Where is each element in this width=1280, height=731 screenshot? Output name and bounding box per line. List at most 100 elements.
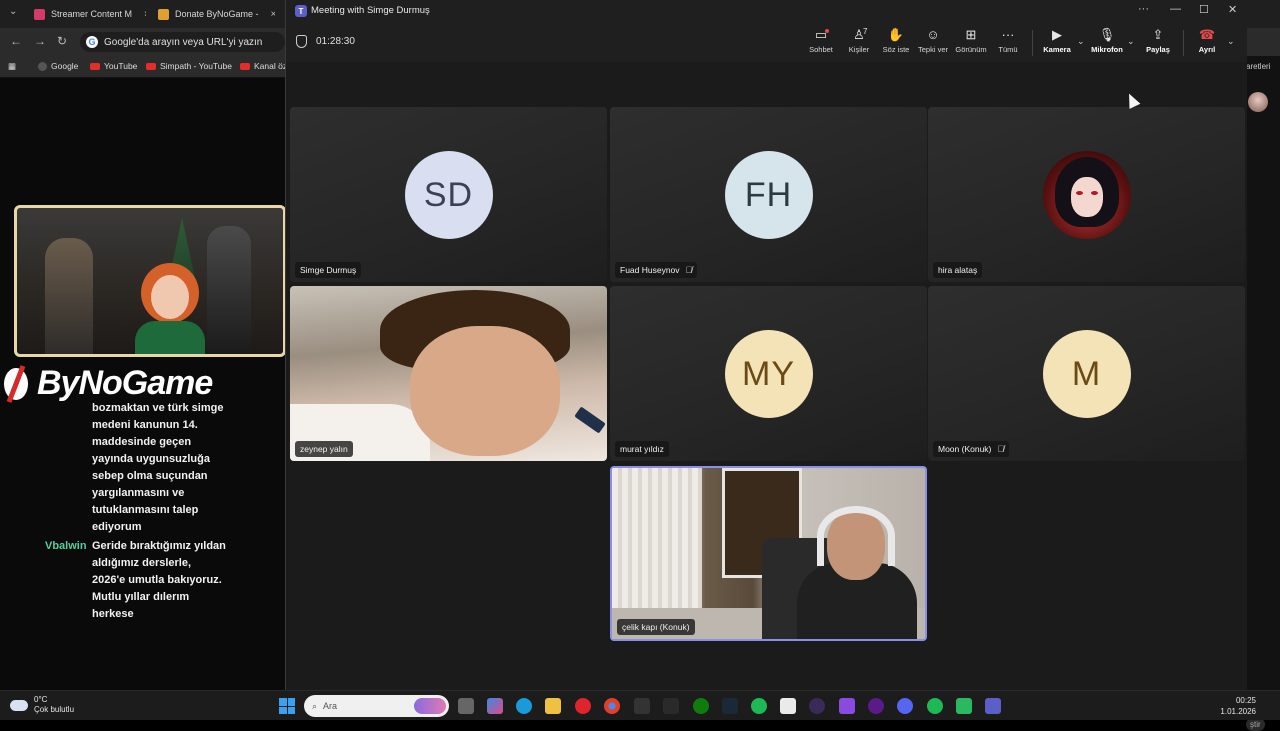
chat-message-line: medeni kanunun 14. bbox=[92, 419, 198, 431]
chat-button[interactable]: ▭ Sohbet bbox=[803, 27, 839, 59]
poster-figure bbox=[207, 226, 251, 354]
close-tab-icon[interactable]: × bbox=[144, 9, 146, 20]
leave-button[interactable]: ☎ Ayrıl bbox=[1189, 27, 1225, 59]
browser-tab-streamer[interactable]: Streamer Content M × bbox=[26, 3, 146, 25]
reload-icon[interactable]: ↻ bbox=[57, 34, 67, 48]
spotify-icon[interactable] bbox=[927, 698, 943, 714]
chat-username[interactable]: Vbalwin bbox=[45, 540, 87, 552]
youtube-icon bbox=[240, 62, 250, 70]
more-button[interactable]: ··· Tümü bbox=[990, 27, 1026, 59]
chat-message-line: sebep olma suçundan bbox=[92, 470, 208, 482]
chat-message-line: maddesinde geçen bbox=[92, 436, 192, 448]
start-button[interactable] bbox=[279, 698, 295, 714]
camera-button[interactable]: ▶ Kamera bbox=[1039, 27, 1075, 59]
browser-right-edge: aretleri ştir bbox=[1246, 56, 1280, 731]
participant-name-label: Moon (Konuk) 🎙̸ bbox=[933, 441, 1010, 457]
view-button[interactable]: ⊞ Görünüm bbox=[953, 27, 989, 59]
chrome-icon[interactable] bbox=[604, 698, 620, 714]
close-tab-icon[interactable]: × bbox=[271, 9, 275, 20]
profile-avatar[interactable] bbox=[1248, 92, 1268, 112]
view-icon: ⊞ bbox=[965, 27, 977, 42]
xbox-icon[interactable] bbox=[693, 698, 709, 714]
camera-options-chevron-icon[interactable]: ⌄ bbox=[1077, 36, 1085, 47]
discord-icon[interactable] bbox=[897, 698, 913, 714]
participant-tile[interactable]: MY murat yıldız bbox=[610, 286, 927, 461]
bookmark-kanal[interactable]: Kanal öz bbox=[240, 61, 287, 71]
reaction-icon: ☺ bbox=[926, 27, 940, 42]
chat-message-line: ediyorum bbox=[92, 521, 142, 533]
more-options-icon[interactable]: ··· bbox=[1138, 3, 1149, 15]
taskbar-search[interactable]: ⌕ Ara bbox=[304, 695, 449, 717]
participant-video-tile[interactable]: zeynep yalın bbox=[290, 286, 607, 461]
chat-message-line: herkese bbox=[92, 608, 134, 620]
steam-icon[interactable] bbox=[722, 698, 738, 714]
microphone-button[interactable]: 🎙 Mikrofon bbox=[1089, 27, 1125, 59]
file-explorer-icon[interactable] bbox=[545, 698, 561, 714]
youtube-icon bbox=[146, 62, 156, 70]
task-view-icon[interactable] bbox=[458, 698, 474, 714]
address-bar[interactable]: G Google'da arayın veya URL'yi yazın bbox=[80, 32, 285, 52]
shield-icon bbox=[296, 35, 307, 48]
forward-icon[interactable]: → bbox=[34, 34, 46, 48]
taskbar: 0°C Çok bulutlu ⌕ Ara 00:25 1.01.2026 bbox=[0, 690, 1280, 720]
chat-message-line: tutuklanmasını talep bbox=[92, 504, 199, 516]
chat-message-line: Geride bıraktığımız yıldan bbox=[92, 540, 226, 552]
meeting-stage: SD Simge Durmuş FH Fuad Huseynov 🎙̸ hira … bbox=[286, 62, 1247, 690]
participant-tile[interactable]: FH Fuad Huseynov 🎙̸ bbox=[610, 107, 927, 282]
people-button[interactable]: ♙ 7 Kişiler bbox=[841, 27, 877, 59]
opera-icon[interactable] bbox=[575, 698, 591, 714]
raise-hand-button[interactable]: ✋ Söz iste bbox=[878, 27, 914, 59]
browser-tab-label: Streamer Content M bbox=[51, 9, 133, 19]
streamer-person bbox=[135, 263, 205, 354]
participant-tile[interactable]: M Moon (Konuk) 🎙̸ bbox=[928, 286, 1245, 461]
youtube-icon bbox=[90, 62, 100, 70]
apps-grid-icon[interactable]: ▦ bbox=[8, 61, 16, 72]
close-icon[interactable]: ✕ bbox=[1228, 3, 1237, 16]
amazon-games-icon[interactable] bbox=[663, 698, 679, 714]
participant-tile[interactable]: SD Simge Durmuş bbox=[290, 107, 607, 282]
participant-name-label: murat yıldız bbox=[615, 441, 669, 457]
participant-name-label: Fuad Huseynov 🎙̸ bbox=[615, 262, 698, 278]
epic-games-icon[interactable] bbox=[634, 698, 650, 714]
clipchamp-icon[interactable] bbox=[839, 698, 855, 714]
partial-text: aretleri bbox=[1246, 62, 1271, 71]
leave-options-chevron-icon[interactable]: ⌄ bbox=[1227, 36, 1235, 47]
edge-icon[interactable] bbox=[516, 698, 532, 714]
copilot-icon[interactable] bbox=[487, 698, 503, 714]
participant-name-label: çelik kapı (Konuk) bbox=[617, 619, 695, 635]
minimize-icon[interactable]: — bbox=[1170, 3, 1181, 15]
back-icon[interactable]: ← bbox=[10, 34, 22, 48]
bookmark-youtube[interactable]: YouTube bbox=[90, 61, 137, 71]
chat-message-line: aldığımız derslerle, bbox=[92, 557, 192, 569]
people-count: 7 bbox=[863, 27, 868, 36]
google-icon: G bbox=[86, 36, 98, 48]
avatar: MY bbox=[724, 330, 813, 418]
capcut-icon[interactable] bbox=[780, 698, 796, 714]
app-icon[interactable] bbox=[809, 698, 825, 714]
brand-name: ByNoGame bbox=[37, 364, 213, 402]
share-button[interactable]: ⇪ Paylaş bbox=[1140, 27, 1176, 59]
bookmark-google[interactable]: Google bbox=[38, 61, 78, 71]
chat-message-line: bozmaktan ve türk simge bbox=[92, 402, 224, 414]
participant-name-label: Simge Durmuş bbox=[295, 262, 362, 278]
spotify-icon[interactable] bbox=[751, 698, 767, 714]
participant-tile[interactable]: hira alataş bbox=[928, 107, 1245, 282]
weather-temp: 0°C bbox=[34, 695, 48, 704]
maximize-icon[interactable]: ☐ bbox=[1199, 3, 1209, 16]
tab-list-chevron-icon[interactable]: ⌄ bbox=[9, 6, 17, 17]
meeting-timer: 01:28:30 bbox=[316, 36, 355, 47]
participant-video-tile[interactable]: çelik kapı (Konuk) bbox=[610, 466, 927, 641]
brand-slash-icon bbox=[4, 365, 28, 403]
weather-widget[interactable]: 0°C Çok bulutlu bbox=[10, 695, 74, 715]
weather-desc: Çok bulutlu bbox=[34, 705, 75, 714]
react-button[interactable]: ☺ Tepki ver bbox=[915, 27, 951, 59]
participant-name-label: hira alataş bbox=[933, 262, 983, 278]
whatsapp-icon[interactable] bbox=[956, 698, 972, 714]
system-clock[interactable]: 00:25 1.01.2026 bbox=[1220, 695, 1256, 717]
bookmark-simpath[interactable]: Simpath - YouTube bbox=[146, 61, 232, 71]
camera-off-icon: ▶ bbox=[1052, 27, 1062, 42]
teams-icon[interactable] bbox=[985, 698, 1001, 714]
browser-tab-donate[interactable]: Donate ByNoGame - × bbox=[150, 3, 275, 25]
obs-icon[interactable] bbox=[868, 698, 884, 714]
mic-options-chevron-icon[interactable]: ⌄ bbox=[1127, 36, 1135, 47]
